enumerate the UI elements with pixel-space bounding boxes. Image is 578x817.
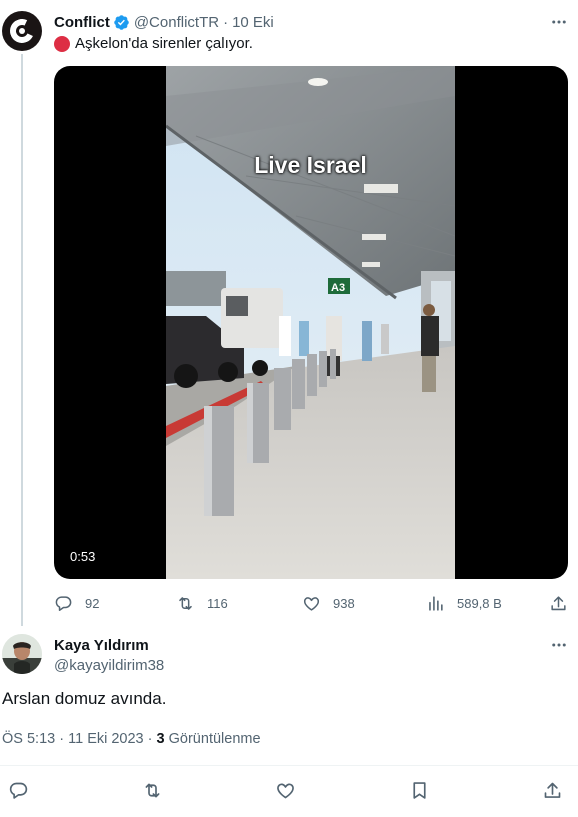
- reply-icon: [9, 782, 27, 799]
- author-handle[interactable]: @ConflictTR: [134, 14, 219, 31]
- video-overlay-text: Live Israel: [254, 152, 367, 178]
- reply-text: Arslan domuz avında.: [2, 689, 167, 708]
- more-dots-icon: [552, 20, 566, 24]
- conflict-avatar[interactable]: [2, 11, 42, 51]
- tweet-action-bar: 92 116 938 589,8 B: [0, 592, 578, 614]
- reply-time[interactable]: ÖS 5:13: [2, 731, 55, 747]
- terminal-sign: A3: [331, 282, 345, 294]
- retweet-count: 116: [207, 595, 228, 611]
- retweet-icon: [179, 596, 192, 610]
- reply-reply-button[interactable]: [7, 779, 29, 801]
- reply-button[interactable]: 92: [54, 592, 99, 614]
- reply-date[interactable]: 11 Eki 2023: [68, 731, 144, 747]
- tweet-text: Aşkelon'da sirenler çalıyor.: [54, 35, 253, 52]
- bookmark-button[interactable]: [408, 779, 430, 801]
- tweet-text-content: Aşkelon'da sirenler çalıyor.: [75, 35, 253, 52]
- tweet-header: Conflict @ConflictTR · 10 Eki: [54, 12, 274, 32]
- thread-line: [21, 54, 23, 626]
- like-button[interactable]: 938: [302, 592, 355, 614]
- share-button[interactable]: [549, 592, 568, 614]
- share-icon: [544, 782, 560, 798]
- reply-share-button[interactable]: [541, 779, 563, 801]
- reply-author-name[interactable]: Kaya Yıldırım: [54, 637, 149, 654]
- kaya-avatar[interactable]: [2, 634, 42, 674]
- reply-like-button[interactable]: [274, 779, 296, 801]
- divider: [0, 765, 578, 766]
- video-player[interactable]: A3 Live Israel 0:53: [54, 66, 568, 579]
- more-options-button[interactable]: [548, 12, 570, 32]
- header-separator: ·: [223, 13, 229, 31]
- tweet-date[interactable]: 10 Eki: [232, 14, 274, 31]
- reply-count: 92: [85, 595, 100, 611]
- user-photo-icon: [2, 634, 42, 674]
- retweet-icon: [145, 783, 159, 797]
- reply-more-options-button[interactable]: [548, 635, 570, 655]
- more-dots-icon: [552, 643, 566, 647]
- meta-separator: ·: [59, 731, 65, 747]
- video-frame[interactable]: A3 Live Israel: [166, 66, 455, 579]
- views-button[interactable]: 589,8 B: [426, 592, 502, 614]
- reply-author-handle[interactable]: @kayayildirim38: [54, 657, 164, 674]
- reply-views-count: 3: [156, 731, 165, 747]
- red-circle-icon: [54, 35, 70, 52]
- reply-icon: [55, 595, 72, 611]
- author-name[interactable]: Conflict: [54, 14, 110, 31]
- heart-icon: [303, 596, 320, 611]
- video-duration-badge: 0:53: [64, 547, 102, 566]
- video-thumbnail: A3: [166, 66, 455, 579]
- reply-views-label: Görüntülenme: [168, 731, 261, 747]
- retweet-button[interactable]: 116: [176, 592, 228, 614]
- reply-meta: ÖS 5:13 · 11 Eki 2023 · 3 Görüntülenme: [2, 731, 261, 747]
- share-icon: [551, 595, 566, 610]
- reply-retweet-button[interactable]: [141, 779, 163, 801]
- bookmark-icon: [412, 781, 426, 799]
- views-count: 589,8 B: [457, 595, 502, 611]
- reply-action-bar: [0, 779, 578, 801]
- views-chart-icon: [429, 595, 443, 611]
- verified-badge-icon[interactable]: [113, 14, 130, 31]
- like-count: 938: [333, 595, 355, 611]
- heart-icon: [276, 782, 294, 798]
- meta-separator: ·: [147, 731, 153, 747]
